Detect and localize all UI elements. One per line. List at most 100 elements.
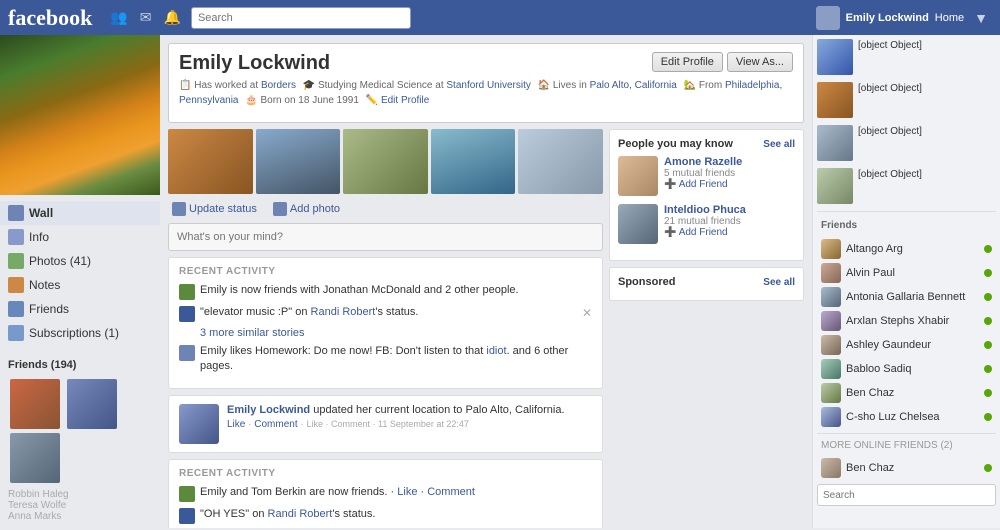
nav-dropdown-icon[interactable]: ▼: [970, 8, 992, 28]
friends-act-icon-2: [179, 486, 195, 502]
online-friends-section: Friends Altango Arg Alvin Paul Antonia G…: [817, 216, 996, 508]
pymk-see-all[interactable]: See all: [763, 139, 795, 150]
activity-item-3: Emily likes Homework: Do me now! FB: Don…: [179, 344, 592, 375]
sidebar-item-info[interactable]: Info: [0, 225, 160, 249]
profile-actions: Edit Profile View As...: [652, 52, 793, 72]
online-avatar-8: [821, 407, 841, 427]
pymk-person-1: Amone Razelle 5 mutual friends ➕ Add Fri…: [618, 156, 795, 196]
like-link[interactable]: Like: [227, 419, 245, 430]
online-item-8[interactable]: C-sho Luz Chelsea: [817, 405, 996, 429]
online-avatar-1: [821, 239, 841, 259]
activity-box-2: RECENT ACTIVITY Emily and Tom Berkin are…: [168, 459, 603, 528]
sidebar-item-photos[interactable]: Photos (41): [0, 249, 160, 273]
sidebar-item-friends[interactable]: Friends: [0, 297, 160, 321]
add-photo-button[interactable]: Add photo: [269, 200, 344, 218]
activity-item-2: "elevator music :P" on Randi Robert's st…: [179, 305, 592, 322]
right-search-input[interactable]: [817, 484, 996, 506]
online-item-more[interactable]: Ben Chaz: [817, 456, 996, 480]
employer-link[interactable]: Borders: [261, 80, 296, 91]
photo-2[interactable]: [256, 129, 341, 194]
online-avatar-5: [821, 335, 841, 355]
photo-1[interactable]: [168, 129, 253, 194]
online-item-4[interactable]: Arxlan Stephs Xhabir: [817, 309, 996, 333]
activity2-item-1: Emily and Tom Berkin are now friends. · …: [179, 485, 592, 502]
more-online-divider: [817, 433, 996, 434]
online-item-7[interactable]: Ben Chaz: [817, 381, 996, 405]
friends-act-icon: [179, 284, 195, 300]
post-avatar: [179, 404, 219, 444]
status-input[interactable]: [168, 223, 603, 251]
friends-section: Friends (194) Robbin Haleg Teresa Wolfe …: [0, 351, 160, 530]
photo-4[interactable]: [431, 129, 516, 194]
friend-name-3: Anna Marks: [8, 511, 152, 522]
online-avatar-more: [821, 458, 841, 478]
online-avatar-4: [821, 311, 841, 331]
user-name[interactable]: Emily Lockwind: [846, 12, 929, 24]
activity-title-2: RECENT ACTIVITY: [179, 468, 592, 479]
wall-icon: [8, 205, 24, 221]
online-item-6[interactable]: Babloo Sadiq: [817, 357, 996, 381]
location-link[interactable]: Palo Alto, California: [590, 80, 677, 91]
online-dot-2: [984, 269, 992, 277]
online-section-title: Friends: [817, 218, 996, 233]
news-thumb-3: [817, 125, 853, 161]
pymk-name-2[interactable]: Inteldioo Phuca: [664, 204, 795, 216]
sidebar-nav: Wall Info Photos (41) Notes Friends Subs…: [0, 195, 160, 351]
edit-profile-button[interactable]: Edit Profile: [652, 52, 723, 72]
online-item-5[interactable]: Ashley Gaundeur: [817, 333, 996, 357]
friend-thumb-3[interactable]: [10, 433, 60, 483]
friends-section-title: Friends (194): [8, 359, 152, 371]
pymk-avatar-1: [618, 156, 658, 196]
more-stories-link[interactable]: 3 more similar stories: [200, 327, 592, 339]
sidebar-item-subscriptions[interactable]: Subscriptions (1): [0, 321, 160, 345]
online-item-3[interactable]: Antonia Gallaria Bennett: [817, 285, 996, 309]
pymk-add-2[interactable]: ➕ Add Friend: [664, 227, 795, 238]
photo-3[interactable]: [343, 129, 428, 194]
news-thumb-2: [817, 82, 853, 118]
pymk-add-1[interactable]: ➕ Add Friend: [664, 179, 795, 190]
school-link[interactable]: Stanford University: [446, 80, 530, 91]
add-friend-icon-1: ➕: [664, 179, 676, 190]
comment-link[interactable]: Comment: [254, 419, 297, 430]
facebook-logo[interactable]: facebook: [8, 5, 92, 31]
info-icon: [8, 229, 24, 245]
online-dot-more: [984, 464, 992, 472]
close-button[interactable]: ✕: [582, 305, 592, 322]
friend-thumb-1[interactable]: [10, 379, 60, 429]
friends-thumbnails: [8, 377, 152, 485]
update-status-button[interactable]: Update status: [168, 200, 261, 218]
edit-profile-link[interactable]: Edit Profile: [381, 95, 429, 106]
post-content: Emily Lockwind updated her current locat…: [227, 404, 592, 444]
like-act-icon: [179, 345, 195, 361]
post-action: updated her current location to Palo Alt…: [313, 404, 564, 416]
activity2-item-2: "OH YES" on Randi Robert's status.: [179, 507, 592, 524]
comment-act-icon-2: [179, 508, 195, 524]
sidebar-item-notes[interactable]: Notes: [0, 273, 160, 297]
friend-thumb-2[interactable]: [67, 379, 117, 429]
pymk-name-1[interactable]: Amone Razelle: [664, 156, 795, 168]
pymk-column: People you may know See all Amone Razell…: [609, 129, 804, 528]
profile-header: Emily Lockwind Edit Profile View As... 📋…: [168, 43, 804, 123]
activity-title-1: RECENT ACTIVITY: [179, 266, 592, 277]
pymk-avatar-2: [618, 204, 658, 244]
photo-strip: [168, 129, 603, 194]
search-input[interactable]: [191, 7, 411, 29]
home-link[interactable]: Home: [935, 12, 964, 24]
nav-icon-messages[interactable]: ✉: [136, 7, 156, 28]
nav-icon-friends[interactable]: 👥: [106, 7, 131, 28]
online-item-2[interactable]: Alvin Paul: [817, 261, 996, 285]
view-as-button[interactable]: View As...: [727, 52, 793, 72]
photos-icon: [8, 253, 24, 269]
sidebar-item-wall[interactable]: Wall: [0, 201, 160, 225]
activity-link[interactable]: Randi Robert: [311, 306, 376, 318]
online-avatar-6: [821, 359, 841, 379]
photo-5[interactable]: [518, 129, 603, 194]
profile-name: Emily Lockwind: [179, 52, 330, 75]
sponsored-see-all[interactable]: See all: [763, 277, 795, 288]
nav-icon-notifications[interactable]: 🔔: [160, 7, 185, 28]
online-dot-6: [984, 365, 992, 373]
news-thumb-1: [817, 39, 853, 75]
post-author[interactable]: Emily Lockwind: [227, 404, 310, 416]
notes-icon: [8, 277, 24, 293]
online-item-1[interactable]: Altango Arg: [817, 237, 996, 261]
